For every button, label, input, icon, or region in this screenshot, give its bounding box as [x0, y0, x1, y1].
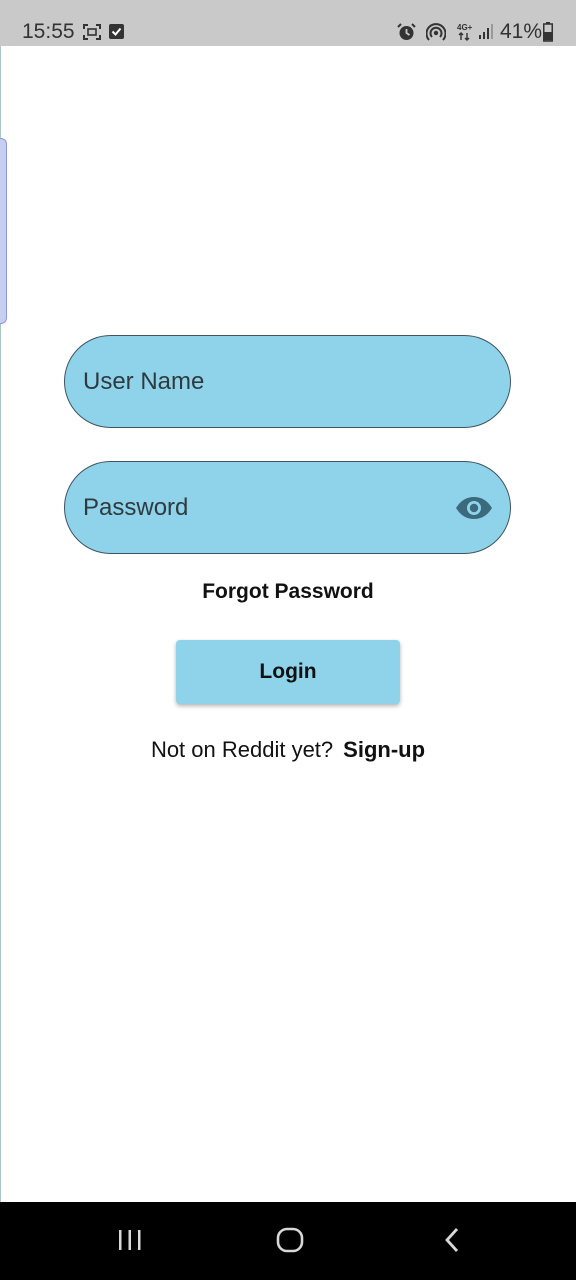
- edge-panel-handle[interactable]: [0, 138, 7, 324]
- password-input[interactable]: [83, 462, 443, 553]
- alarm-icon: [397, 23, 416, 46]
- status-time: 15:55: [22, 20, 75, 43]
- back-icon[interactable]: [440, 1226, 476, 1258]
- password-field[interactable]: [64, 461, 511, 554]
- home-icon[interactable]: [275, 1226, 311, 1258]
- navigation-bar: [0, 1202, 576, 1280]
- signup-prompt: Not on Reddit yet?: [150, 737, 334, 762]
- username-field[interactable]: [64, 335, 511, 428]
- battery-icon: [543, 22, 553, 47]
- hotspot-icon: [425, 23, 447, 46]
- show-password-eye-icon[interactable]: [455, 490, 493, 526]
- status-bar: 15:55 4G+ 41%: [0, 0, 576, 46]
- signal-icon: [478, 24, 494, 45]
- svg-text:4G+: 4G+: [457, 23, 473, 32]
- username-input[interactable]: [83, 336, 443, 427]
- battery-percent: 41%: [500, 20, 543, 43]
- forgot-password-link[interactable]: Forgot Password: [0, 580, 576, 604]
- signup-row: Not on Reddit yet? Sign-up: [0, 737, 576, 763]
- screenshot-icon: [83, 24, 101, 45]
- 4g-data-icon: 4G+: [457, 22, 473, 47]
- login-button[interactable]: Login: [176, 640, 400, 704]
- checkbox-icon: [109, 24, 124, 44]
- signup-link[interactable]: Sign-up: [343, 737, 425, 762]
- recent-apps-icon[interactable]: [116, 1226, 152, 1258]
